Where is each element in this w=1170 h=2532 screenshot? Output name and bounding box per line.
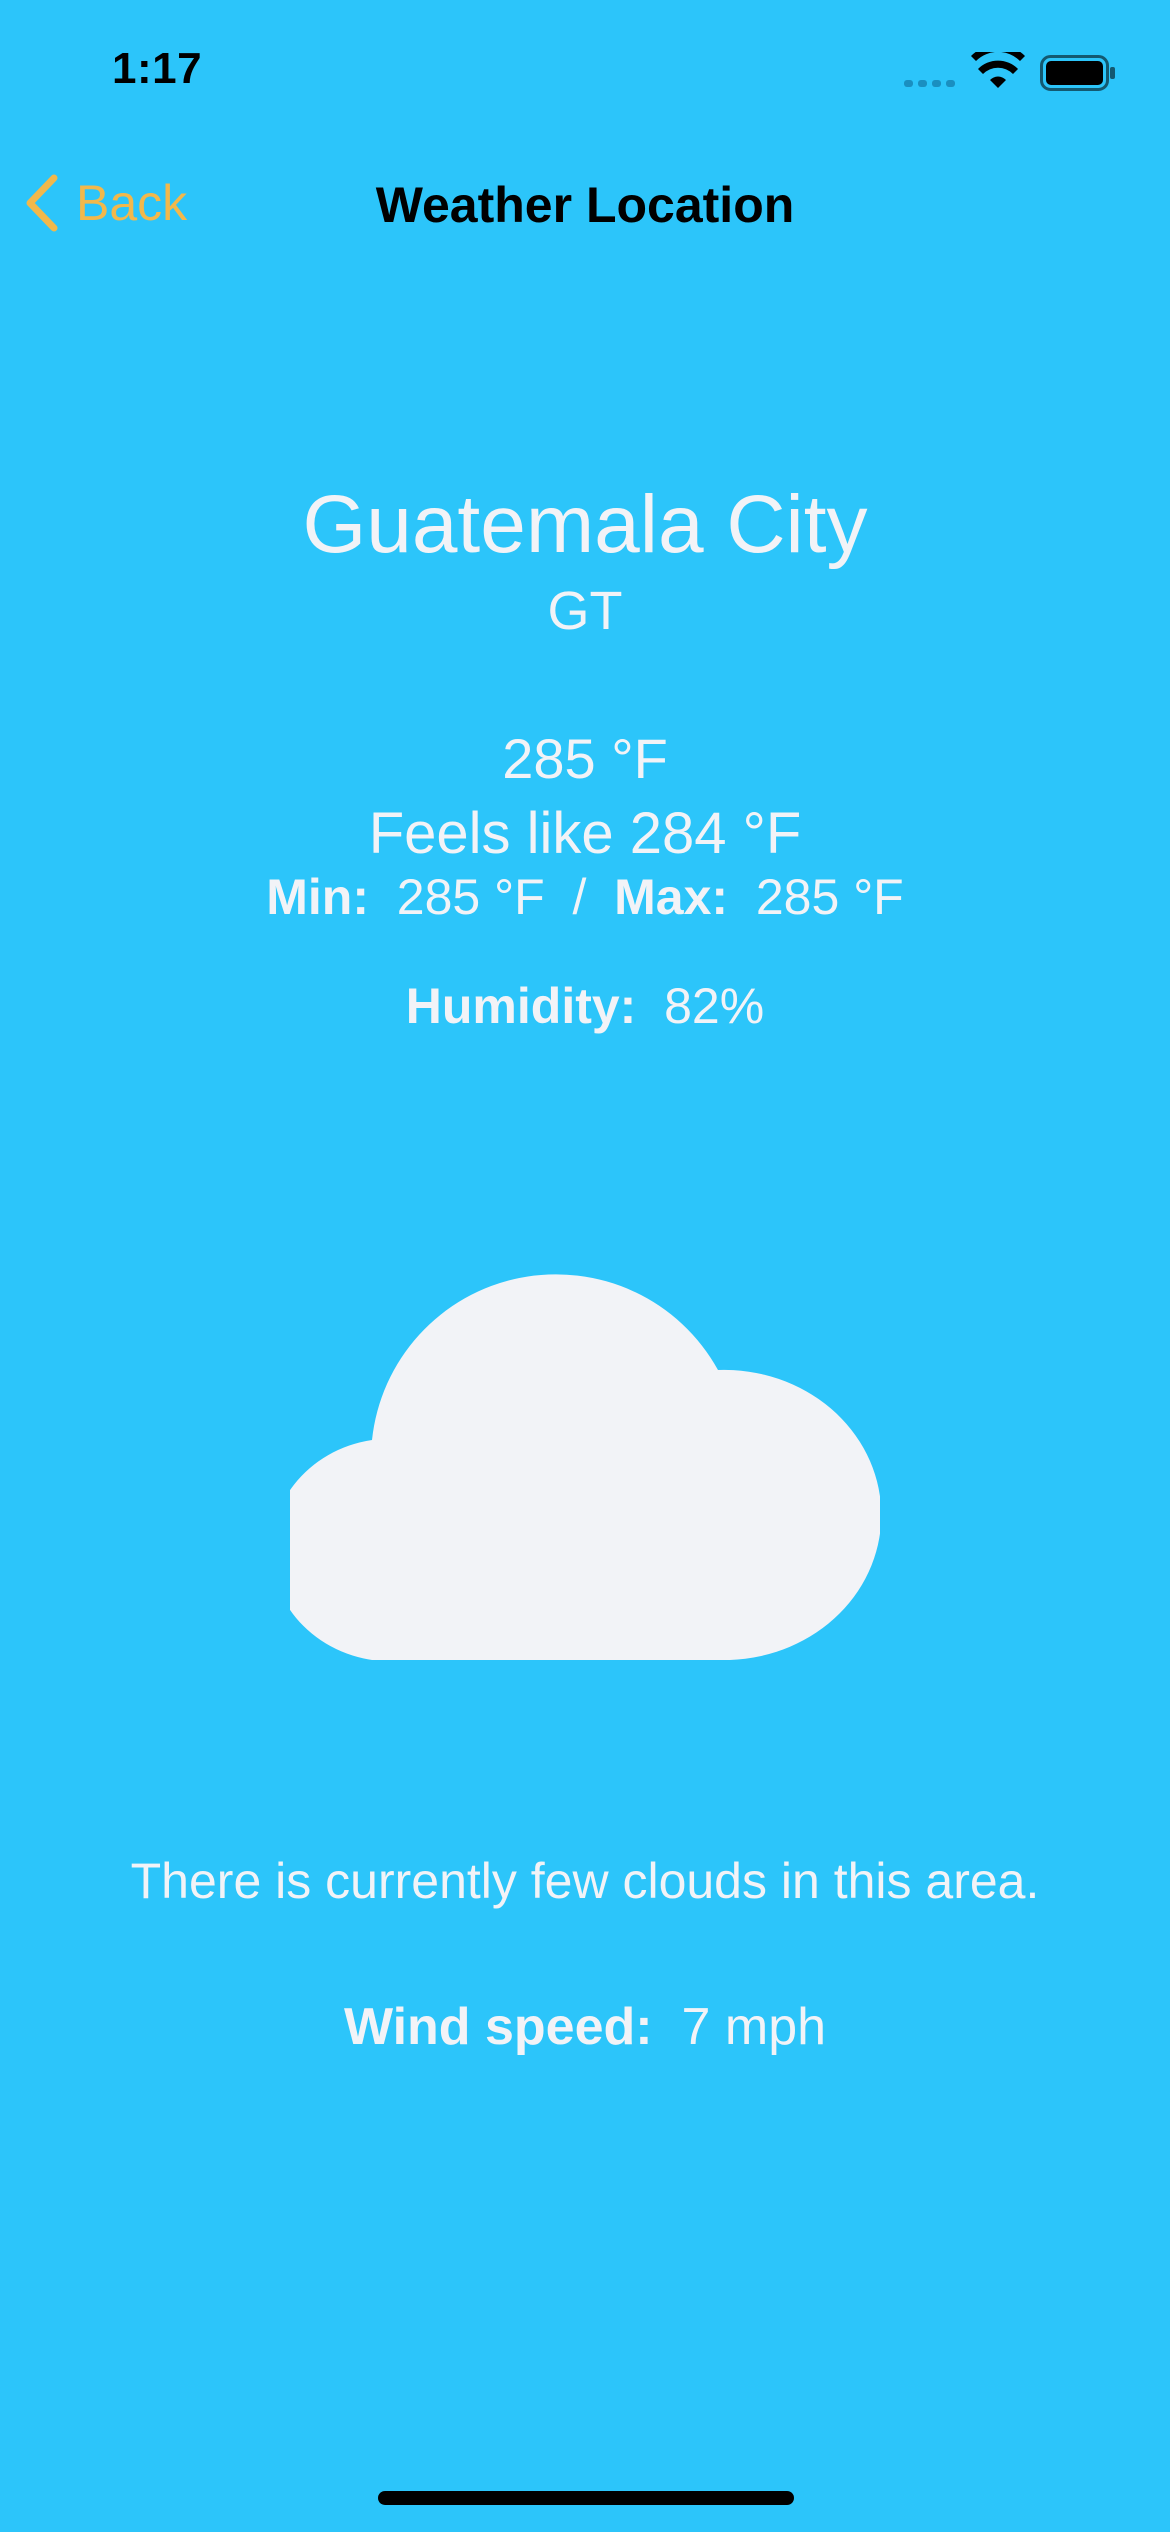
battery-icon bbox=[1040, 55, 1115, 91]
min-max-temperature: Min: 285 °F / Max: 285 °F bbox=[0, 868, 1170, 926]
wind-speed: Wind speed: 7 mph bbox=[0, 1997, 1170, 2057]
separator: / bbox=[572, 869, 587, 925]
wifi-icon bbox=[971, 52, 1025, 88]
max-value: 285 °F bbox=[755, 869, 904, 925]
home-indicator[interactable] bbox=[378, 2491, 794, 2505]
country-code: GT bbox=[547, 581, 623, 641]
max-label: Max: bbox=[614, 869, 729, 925]
humidity-value: 82% bbox=[664, 978, 765, 1034]
page-title: Weather Location bbox=[375, 177, 795, 233]
cloud-icon bbox=[290, 1274, 880, 1660]
city-name: Guatemala City bbox=[302, 479, 868, 570]
humidity-label: Humidity: bbox=[405, 978, 637, 1034]
feels-like-temperature: Feels like 284 °F bbox=[368, 801, 802, 866]
min-label: Min: bbox=[266, 869, 369, 925]
humidity: Humidity: 82% bbox=[0, 977, 1170, 1035]
wind-label: Wind speed: bbox=[343, 1998, 653, 2056]
cellular-dots-icon bbox=[904, 80, 955, 87]
weather-description: There is currently few clouds in this ar… bbox=[130, 1853, 1040, 1909]
min-value: 285 °F bbox=[396, 869, 545, 925]
status-time: 1:17 bbox=[112, 44, 203, 93]
wind-value: 7 mph bbox=[681, 1998, 827, 2056]
current-temperature: 285 °F bbox=[502, 727, 668, 790]
